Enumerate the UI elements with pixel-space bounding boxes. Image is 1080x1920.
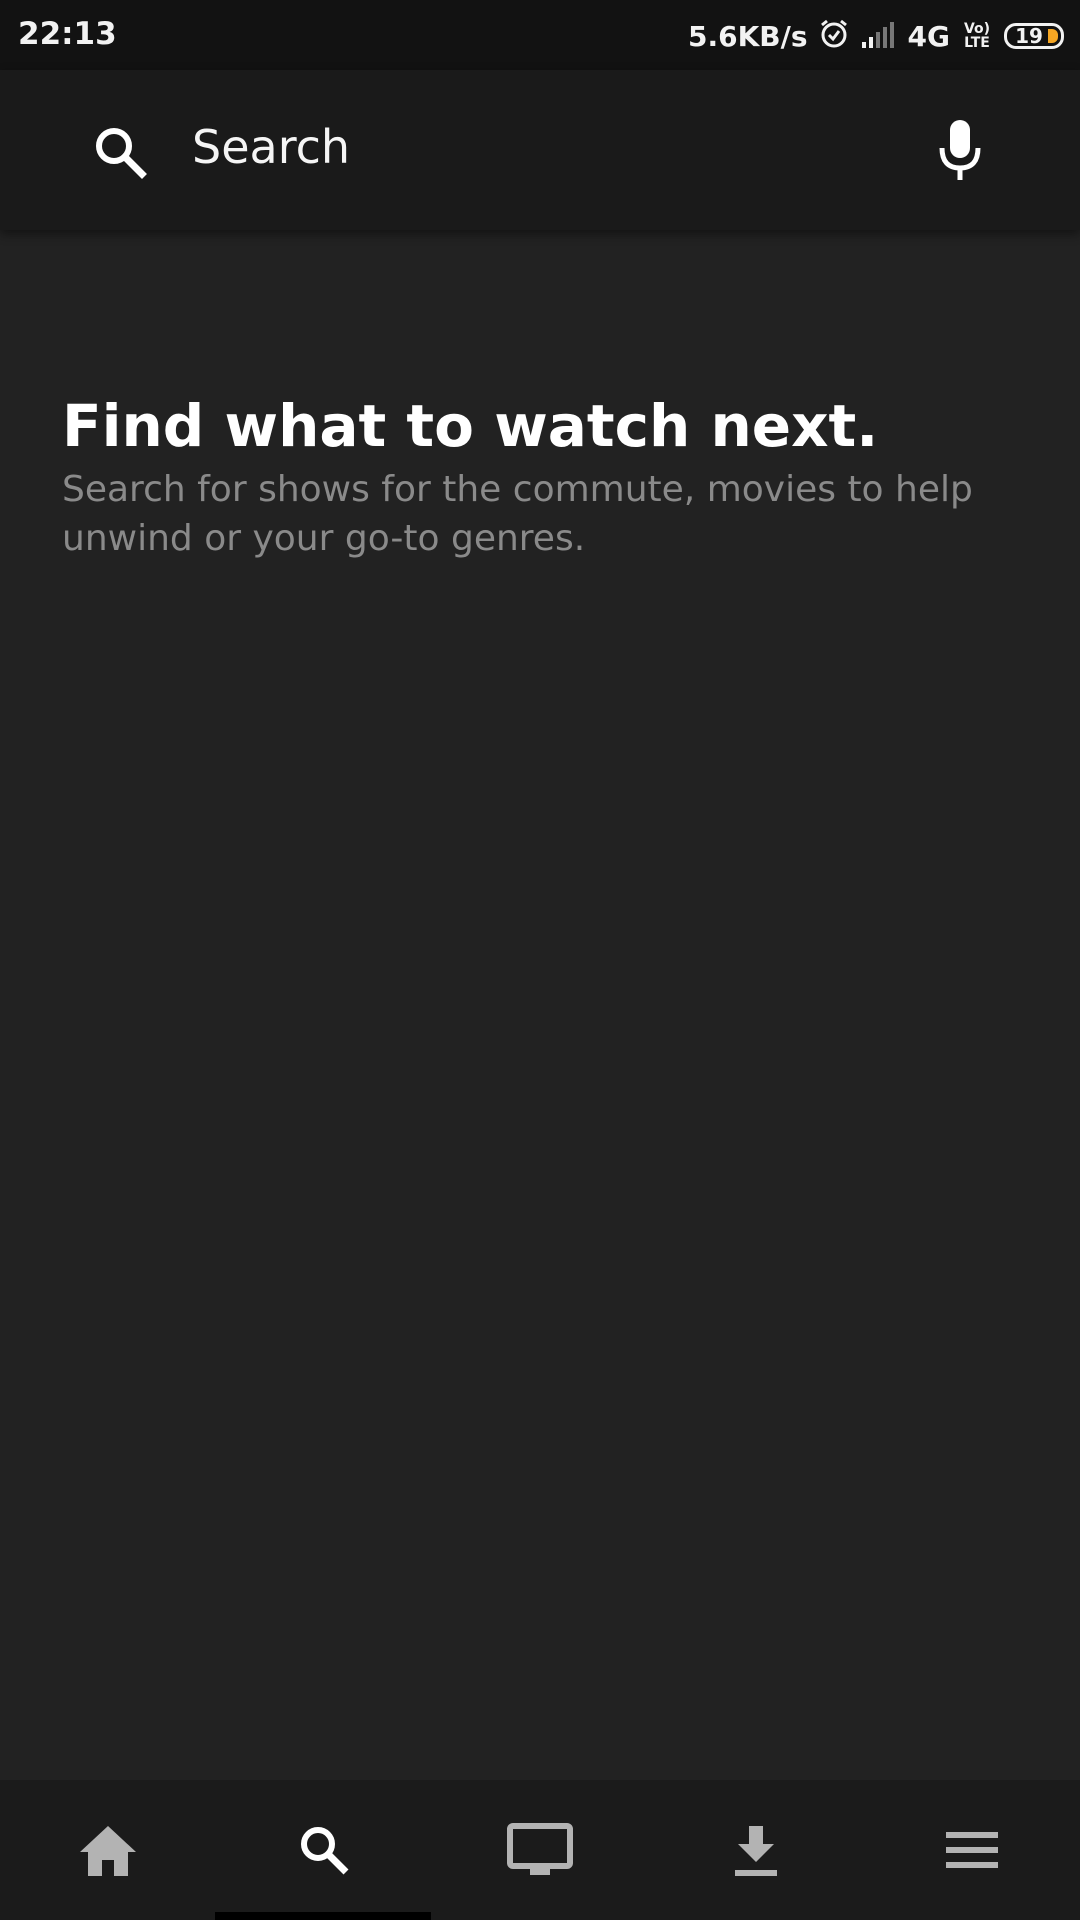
status-indicators: 5.6KB/s 4G Vo) LTE 19	[688, 16, 1064, 56]
battery-icon: 19	[1004, 23, 1064, 49]
signal-icon	[860, 20, 898, 52]
search-icon	[296, 1822, 352, 1878]
alarm-icon	[818, 18, 850, 54]
network-speed: 5.6KB/s	[687, 19, 808, 53]
nav-coming-soon[interactable]	[432, 1780, 648, 1920]
battery-fill	[1048, 29, 1058, 43]
battery-level: 19	[1015, 24, 1043, 48]
search-input[interactable]	[192, 112, 892, 182]
volte-line2: LTE	[964, 35, 990, 51]
nav-downloads[interactable]	[648, 1780, 864, 1920]
home-icon	[76, 1822, 140, 1878]
volte-indicator: Vo) LTE	[960, 22, 994, 50]
empty-state-title: Find what to watch next.	[62, 392, 879, 460]
nav-more[interactable]	[864, 1780, 1080, 1920]
search-screen: 22:13 5.6KB/s 4G Vo) LTE 19 Search Find …	[0, 0, 1080, 1920]
download-icon	[732, 1822, 780, 1878]
nav-home[interactable]	[0, 1780, 216, 1920]
search-icon[interactable]	[90, 122, 150, 182]
status-bar: 22:13 5.6KB/s 4G Vo) LTE 19	[0, 0, 1080, 70]
search-bar	[0, 70, 1080, 230]
mic-icon[interactable]	[935, 118, 985, 184]
empty-state-subtitle: Search for shows for the commute, movies…	[62, 469, 973, 559]
network-type: 4G	[907, 19, 950, 53]
active-tab-indicator	[215, 1912, 431, 1920]
status-time: 22:13	[18, 16, 117, 52]
menu-icon	[944, 1828, 1000, 1872]
tv-icon	[506, 1822, 574, 1878]
nav-search[interactable]	[216, 1780, 432, 1920]
bottom-navigation	[0, 1780, 1080, 1920]
